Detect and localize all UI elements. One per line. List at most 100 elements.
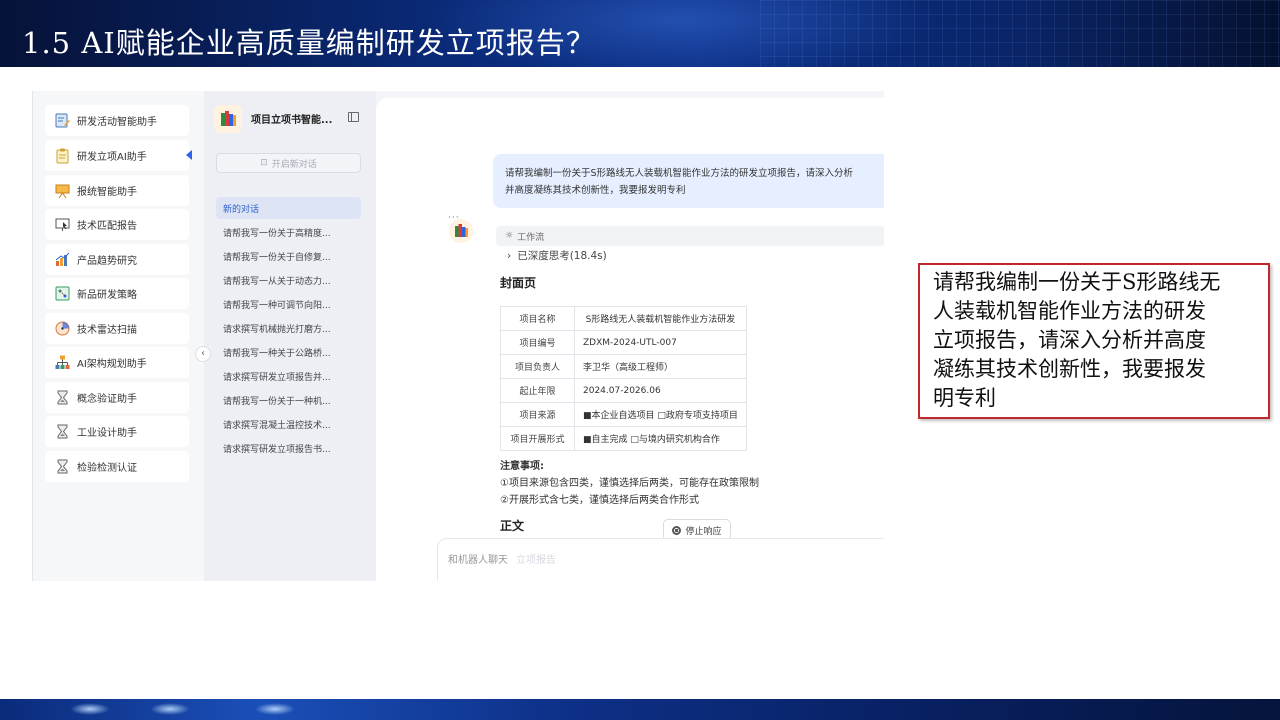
prompt-callout: 请帮我编制一份关于S形路线无 人装载机智能作业方法的研发 立项报告，请深入分析并… [918, 263, 1270, 419]
chat-input[interactable]: 和机器人聊天 立项报告 [437, 538, 884, 581]
sidebar-item-tech-match[interactable]: 技术匹配报告 [45, 209, 189, 240]
table-key: 项目来源 [500, 402, 575, 427]
notes-line: ①项目来源包含四类，谨慎选择后两类，可能存在政策限制 [500, 478, 759, 489]
chevron-left-icon: ‹ [201, 348, 205, 359]
books-icon [221, 111, 236, 126]
sidebar-item-rd-project-ai[interactable]: 研发立项AI助手 [45, 140, 192, 171]
table-row: 项目编号 ZDXM-2024-UTL-007 [500, 330, 747, 355]
sidebar-toggle-icon[interactable] [348, 112, 359, 122]
table-value: S形路线无人装载机智能作业方法研发 [574, 306, 747, 331]
table-key: 项目负责人 [500, 354, 575, 379]
books-icon [455, 224, 468, 237]
thinking-toggle[interactable]: › 已深度思考(18.4s) [507, 248, 607, 263]
thinking-label: 已深度思考(18.4s) [517, 250, 607, 262]
clipboard-icon [56, 148, 69, 164]
document-edit-icon [55, 113, 70, 128]
stop-label: 停止响应 [685, 526, 722, 537]
table-row: 起止年限 2024.07-2026.06 [500, 378, 747, 403]
workflow-icon: ☼ [505, 231, 514, 241]
table-value: ■自主完成 □与境内研究机构合作 [574, 426, 747, 451]
history-item[interactable]: 新的对话 [216, 197, 361, 219]
project-info-table: 项目名称 S形路线无人装载机智能作业方法研发 项目编号 ZDXM-2024-UT… [500, 306, 747, 451]
callout-line: 立项报告，请深入分析并高度 [933, 328, 1206, 352]
user-message-line: 请帮我编制一份关于S形路线无人装载机智能作业方法的研发立项报告，请深入分析 [505, 168, 854, 179]
cover-heading: 封面页 [500, 276, 537, 290]
user-message-line: 并高度凝练其技术创新性，我要报发明专利 [505, 185, 686, 196]
sidebar-item-label: 检验检测认证 [77, 463, 137, 474]
bottom-banner [0, 699, 1280, 720]
user-message-bubble: 请帮我编制一份关于S形路线无人装载机智能作业方法的研发立项报告，请深入分析 并高… [493, 154, 884, 208]
hourglass-icon [57, 424, 68, 439]
chat-panel: 请帮我编制一份关于S形路线无人装载机智能作业方法的研发立项报告，请深入分析 并高… [376, 98, 884, 581]
chat-input-placeholder: 和机器人聊天 [448, 555, 508, 566]
sidebar-item-label: 技术匹配报告 [77, 221, 137, 232]
app-screenshot: 研发活动智能助手 研发立项AI助手 报统智能助手 技术匹配报告 产品趋势研究 新… [32, 91, 884, 581]
radar-icon [55, 321, 70, 336]
sidebar-item-label: 新品研发策略 [77, 290, 137, 301]
notes-block: 注意事项: ①项目来源包含四类，谨慎选择后两类，可能存在政策限制 ②开展形式含七… [500, 458, 759, 509]
chevron-right-icon: › [507, 250, 512, 262]
sidebar-item-label: 技术雷达扫描 [77, 325, 137, 336]
sidebar-item-label: 产品趋势研究 [77, 256, 137, 267]
hourglass-icon [57, 390, 68, 405]
callout-line: 请帮我编制一份关于S形路线无 [933, 270, 1221, 294]
active-indicator [186, 150, 192, 160]
history-item[interactable]: 请帮我写一份关于一种机... [216, 389, 361, 411]
history-item[interactable]: 请帮我写一种关于公路桥... [216, 341, 361, 363]
assistant-sidebar: 研发活动智能助手 研发立项AI助手 报统智能助手 技术匹配报告 产品趋势研究 新… [33, 91, 204, 581]
callout-line: 凝练其技术创新性，我要报发 [933, 357, 1206, 381]
chat-area: 请帮我编制一份关于S形路线无人装载机智能作业方法的研发立项报告，请深入分析 并高… [376, 91, 884, 581]
monitor-cursor-icon [55, 218, 70, 231]
notes-line: ②开展形式含七类，谨慎选择后两类合作形式 [500, 495, 699, 506]
sidebar-item-ai-architecture[interactable]: AI架构规划助手 [45, 347, 189, 378]
history-item[interactable]: 请帮我写一份关于自修复... [216, 245, 361, 267]
banner-spark [150, 703, 190, 715]
table-value: ■本企业自选项目 □政府专项支持项目 [574, 402, 747, 427]
sidebar-item-label: 概念验证助手 [77, 394, 137, 405]
table-value: 2024.07-2026.06 [574, 378, 747, 403]
slide-title: 1.5 AI赋能企业高质量编制研发立项报告？ [22, 26, 596, 60]
workflow-toggle[interactable]: ☼ 工作流 [496, 226, 884, 246]
banner-spark [70, 703, 110, 715]
history-item[interactable]: 请求撰写研发立项报告并... [216, 365, 361, 387]
history-item[interactable]: 请求撰写混凝土温控技术... [216, 413, 361, 435]
table-value: ZDXM-2024-UTL-007 [574, 330, 747, 355]
sidebar-item-tech-radar[interactable]: 技术雷达扫描 [45, 313, 189, 344]
sidebar-item-statistics[interactable]: 报统智能助手 [45, 175, 189, 206]
bot-avatar [449, 219, 473, 243]
strategy-board-icon [55, 286, 70, 301]
sidebar-item-new-product-strategy[interactable]: 新品研发策略 [45, 278, 189, 309]
history-item[interactable]: 请求撰写研发立项报告书... [216, 437, 361, 459]
presentation-board-icon [55, 184, 70, 199]
callout-line: 人装载机智能作业方法的研发 [933, 299, 1206, 323]
sidebar-item-concept-validation[interactable]: 概念验证助手 [45, 382, 189, 413]
conversation-history: 项目立项书智能... ⊡ 开启新对话 新的对话 请帮我写一份关于高精度... 请… [204, 91, 376, 581]
notes-title: 注意事项: [500, 461, 544, 472]
banner-spark [255, 703, 295, 715]
history-item[interactable]: 请帮我写一份关于高精度... [216, 221, 361, 243]
callout-line: 明专利 [933, 386, 996, 410]
org-structure-icon [55, 355, 70, 369]
table-key: 项目开展形式 [500, 426, 575, 451]
body-heading: 正文 [500, 519, 525, 533]
sidebar-item-inspection-cert[interactable]: 检验检测认证 [45, 451, 189, 482]
sidebar-item-industrial-design[interactable]: 工业设计助手 [45, 416, 189, 447]
trend-chart-icon [55, 252, 70, 266]
history-item[interactable]: 请求撰写机械抛光打磨方... [216, 317, 361, 339]
new-chat-icon: ⊡ [260, 158, 268, 168]
banner-grid-pattern [760, 0, 1280, 67]
sidebar-item-rd-activity[interactable]: 研发活动智能助手 [45, 105, 189, 136]
table-row: 项目来源 ■本企业自选项目 □政府专项支持项目 [500, 402, 747, 427]
new-chat-button[interactable]: ⊡ 开启新对话 [216, 153, 361, 173]
sidebar-item-label: AI架构规划助手 [77, 359, 147, 370]
table-row: 项目负责人 李卫华（高级工程师） [500, 354, 747, 379]
collapse-history-button[interactable]: ‹ [195, 346, 211, 362]
chat-input-faded-text: 立项报告 [516, 555, 556, 566]
table-key: 起止年限 [500, 378, 575, 403]
sidebar-item-label: 研发立项AI助手 [77, 152, 147, 163]
history-item[interactable]: 请帮我写一从关于动态力... [216, 269, 361, 291]
table-row: 项目名称 S形路线无人装载机智能作业方法研发 [500, 306, 747, 331]
history-item[interactable]: 请帮我写一种可调节向阳... [216, 293, 361, 315]
sidebar-item-product-trend[interactable]: 产品趋势研究 [45, 244, 189, 275]
sidebar-item-label: 研发活动智能助手 [77, 117, 157, 128]
